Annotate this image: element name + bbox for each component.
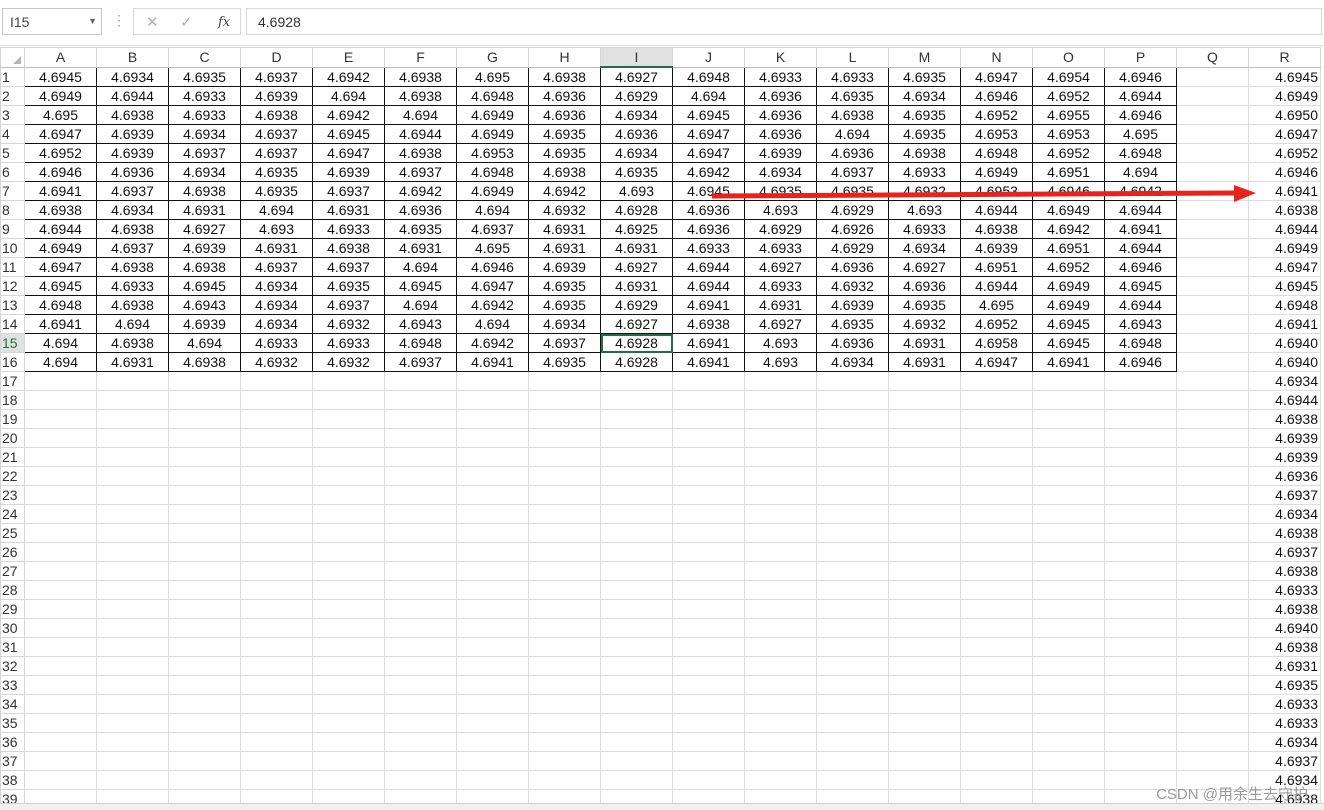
arrow-shaft xyxy=(711,190,1237,199)
formula-bar: I15 ▼ ⋮ ✕ ✓ fx 4.6928 xyxy=(0,0,1324,46)
watermark: CSDN @用余生去守护 xyxy=(1156,786,1308,803)
insert-function-icon[interactable]: fx xyxy=(218,15,230,30)
formula-bar-separator: ⋮ xyxy=(112,12,126,28)
name-box[interactable]: I15 ▼ xyxy=(2,8,102,35)
chevron-down-icon[interactable]: ▼ xyxy=(88,16,97,26)
worksheet: ABCDEFGHIJKLMNOPQR 1 4.6945 4.6934 4.6935 4.… xyxy=(0,47,1324,810)
name-box-value: I15 xyxy=(10,14,30,30)
enter-icon[interactable]: ✓ xyxy=(180,13,193,31)
formula-input[interactable]: 4.6928 xyxy=(246,8,1322,35)
arrow-head xyxy=(1234,185,1256,202)
spreadsheet-app: I15 ▼ ⋮ ✕ ✓ fx 4.6928 ABCDEFGHIJKLMNOPQR… xyxy=(0,0,1324,810)
formula-value: 4.6928 xyxy=(258,14,301,30)
red-arrow-annotation xyxy=(711,185,1256,202)
cancel-icon[interactable]: ✕ xyxy=(146,13,159,31)
formula-buttons: ✕ ✓ fx xyxy=(133,8,241,35)
horizontal-scrollbar[interactable] xyxy=(0,803,1324,810)
